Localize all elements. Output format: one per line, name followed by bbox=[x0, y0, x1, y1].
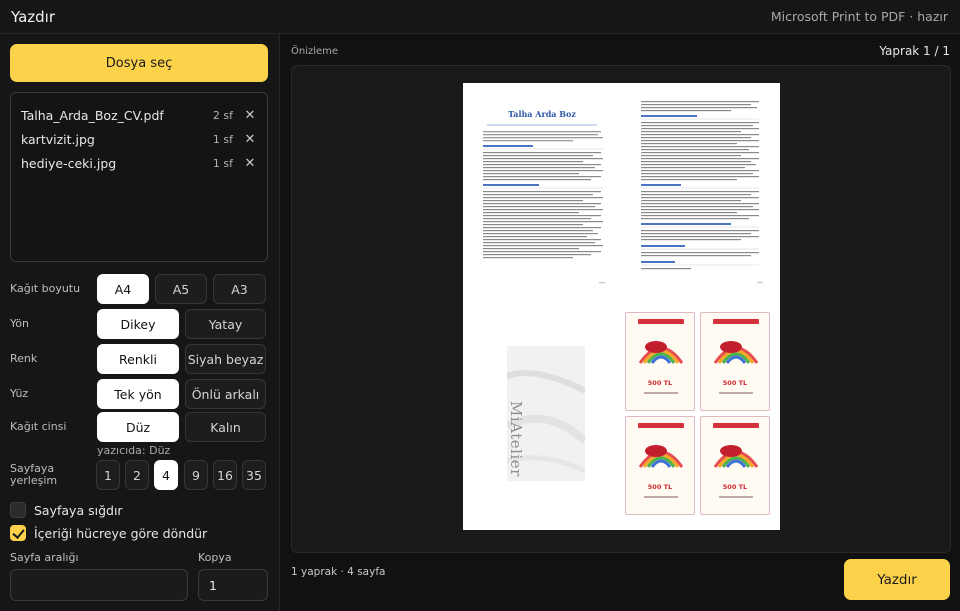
rainbow-logo-icon bbox=[638, 445, 684, 468]
rainbow-logo-icon bbox=[638, 341, 684, 364]
color-label: Renk bbox=[10, 352, 38, 365]
paper-type-label: Kağıt cinsi bbox=[10, 420, 67, 433]
gift-card-amount: 500 TL bbox=[722, 483, 748, 491]
pages-per-sheet-9[interactable]: 9 bbox=[184, 460, 208, 490]
sides-label: Yüz bbox=[10, 387, 29, 400]
copies-input[interactable] bbox=[198, 569, 268, 601]
title-bar: Yazdır Microsoft Print to PDF · hazır bbox=[0, 0, 960, 34]
printer-status: Microsoft Print to PDF · hazır bbox=[770, 9, 948, 24]
choose-file-button[interactable]: Dosya seç bbox=[10, 44, 268, 82]
single-sided-option[interactable]: Tek yön bbox=[97, 379, 179, 409]
file-name: hediye-ceki.jpg bbox=[21, 155, 117, 171]
gift-card-footer bbox=[719, 496, 753, 498]
settings-sidebar: Dosya seç Talha_Arda_Boz_CV.pdf 2 sf ✕ k… bbox=[0, 34, 280, 611]
pages-per-sheet-16[interactable]: 16 bbox=[213, 460, 237, 490]
file-item[interactable]: hediye-ceki.jpg 1 sf ✕ bbox=[21, 153, 257, 173]
gift-card-header bbox=[638, 319, 684, 324]
paper-type-hint: yazıcıda: Düz bbox=[97, 444, 171, 457]
double-sided-option[interactable]: Önlü arkalı bbox=[185, 379, 266, 409]
cv-page-lines bbox=[483, 101, 763, 284]
gift-card: 500 TL bbox=[700, 312, 770, 411]
gift-card-amount: 500 TL bbox=[647, 483, 673, 491]
close-icon[interactable]: ✕ bbox=[243, 108, 257, 123]
file-page-count: 2 sf bbox=[212, 108, 233, 122]
gift-card-header bbox=[713, 423, 759, 428]
orientation-portrait-option[interactable]: Dikey bbox=[97, 309, 179, 339]
gift-card-footer bbox=[644, 496, 678, 498]
paper-type-plain-option[interactable]: Düz bbox=[97, 412, 179, 442]
black-white-option[interactable]: Siyah beyaz bbox=[185, 344, 266, 374]
file-list: Talha_Arda_Boz_CV.pdf 2 sf ✕ kartvizit.j… bbox=[10, 92, 268, 262]
paper-size-a5-option[interactable]: A5 bbox=[155, 274, 207, 304]
gift-card: 500 TL bbox=[625, 416, 695, 515]
gift-card-header bbox=[638, 423, 684, 428]
print-summary: 1 yaprak · 4 sayfa bbox=[291, 566, 386, 578]
gift-card-footer bbox=[719, 392, 753, 394]
gift-card: 500 TL bbox=[700, 416, 770, 515]
print-preview-sheet: Talha Arda Boz MiAtelier 500 TL 500 TL 5… bbox=[463, 83, 780, 530]
orientation-label: Yön bbox=[10, 317, 29, 330]
rainbow-logo-icon bbox=[713, 445, 759, 468]
close-icon[interactable]: ✕ bbox=[243, 156, 257, 171]
paper-size-a3-option[interactable]: A3 bbox=[213, 274, 266, 304]
gift-card-amount: 500 TL bbox=[647, 379, 673, 387]
pages-per-sheet-label-line2: yerleşim bbox=[10, 474, 58, 487]
rotate-to-cell-label: İçeriği hücreye göre döndür bbox=[34, 526, 208, 541]
pages-per-sheet-1[interactable]: 1 bbox=[96, 460, 120, 490]
file-name: Talha_Arda_Boz_CV.pdf bbox=[21, 107, 164, 123]
file-item[interactable]: kartvizit.jpg 1 sf ✕ bbox=[21, 129, 257, 149]
preview-label: Önizleme bbox=[291, 46, 339, 57]
cv-preview-tile: Talha Arda Boz bbox=[463, 83, 780, 308]
app-title: Yazdır bbox=[11, 8, 56, 26]
file-page-count: 1 sf bbox=[212, 156, 233, 170]
file-item[interactable]: Talha_Arda_Boz_CV.pdf 2 sf ✕ bbox=[21, 105, 257, 125]
gift-card-amount: 500 TL bbox=[722, 379, 748, 387]
rotate-to-cell-checkbox[interactable] bbox=[10, 525, 26, 541]
file-name: kartvizit.jpg bbox=[21, 131, 95, 147]
page-range-input[interactable] bbox=[10, 569, 188, 601]
gift-card-footer bbox=[644, 392, 678, 394]
fit-to-page-label: Sayfaya sığdır bbox=[34, 503, 123, 518]
print-button[interactable]: Yazdır bbox=[844, 559, 950, 600]
preview-area: Talha Arda Boz MiAtelier 500 TL 500 TL 5… bbox=[291, 65, 951, 553]
fit-to-page-checkbox[interactable] bbox=[10, 502, 26, 518]
copies-label: Kopya bbox=[198, 551, 232, 564]
business-card-preview: MiAtelier bbox=[507, 346, 585, 481]
pages-per-sheet-2[interactable]: 2 bbox=[125, 460, 149, 490]
gift-card: 500 TL bbox=[625, 312, 695, 411]
business-card-text: MiAtelier bbox=[507, 401, 525, 477]
pages-per-sheet-4[interactable]: 4 bbox=[154, 460, 178, 490]
preview-panel: Önizleme Yaprak 1 / 1 Talha Arda Boz MiA… bbox=[281, 34, 960, 611]
paper-type-thick-option[interactable]: Kalın bbox=[185, 412, 266, 442]
paper-size-label: Kağıt boyutu bbox=[10, 282, 81, 295]
color-option[interactable]: Renkli bbox=[97, 344, 179, 374]
pages-per-sheet-35[interactable]: 35 bbox=[242, 460, 266, 490]
file-page-count: 1 sf bbox=[212, 132, 233, 146]
sheet-counter: Yaprak 1 / 1 bbox=[879, 44, 950, 58]
orientation-landscape-option[interactable]: Yatay bbox=[185, 309, 266, 339]
close-icon[interactable]: ✕ bbox=[243, 132, 257, 147]
gift-card-header bbox=[713, 319, 759, 324]
paper-size-a4-option[interactable]: A4 bbox=[97, 274, 149, 304]
page-range-label: Sayfa aralığı bbox=[10, 551, 79, 564]
rainbow-logo-icon bbox=[713, 341, 759, 364]
